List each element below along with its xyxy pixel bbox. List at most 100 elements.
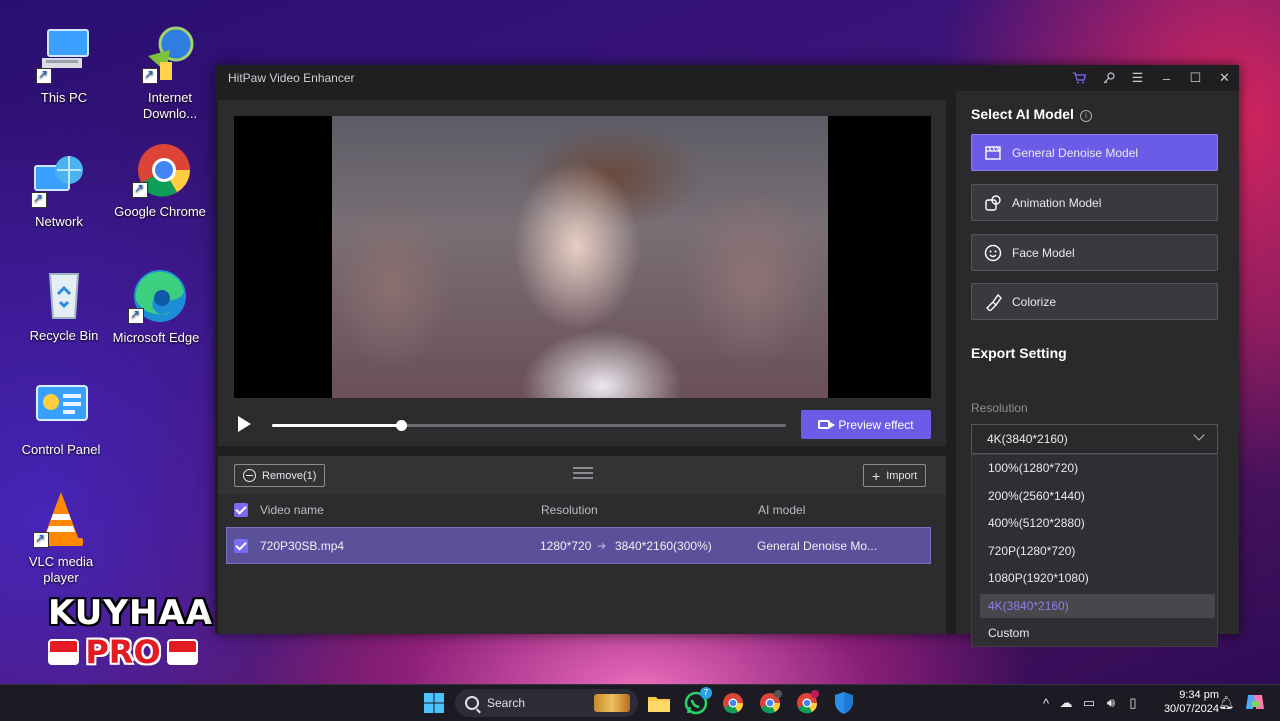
resolution-option[interactable]: 720P(1280*720) bbox=[980, 539, 1215, 563]
volume-icon[interactable]: 🔊︎ bbox=[1100, 695, 1122, 711]
search-placeholder: Search bbox=[487, 696, 526, 710]
taskbar: Search 7 ^ ☁ ▭ 🔊︎ ▯ 9:34 pm 30/07/2024 🔔… bbox=[0, 684, 1280, 721]
key-icon[interactable] bbox=[1094, 65, 1123, 91]
search-highlight-icon bbox=[594, 694, 630, 712]
taskbar-search[interactable]: Search bbox=[455, 689, 638, 717]
desktop-icon-vlc[interactable]: VLC media player bbox=[13, 490, 109, 586]
resolution-option[interactable]: 200%(2560*1440) bbox=[980, 484, 1215, 508]
brush-icon bbox=[984, 293, 1002, 311]
desktop-icon-edge[interactable]: Microsoft Edge bbox=[108, 266, 204, 346]
watermark-line2: PRO bbox=[85, 633, 161, 671]
file-explorer-icon[interactable] bbox=[646, 690, 672, 716]
desktop-icon-idm[interactable]: Internet Downlo... bbox=[122, 26, 218, 122]
desktop-icon-label: Google Chrome bbox=[114, 204, 206, 219]
model-face-button[interactable]: Face Model bbox=[971, 234, 1218, 271]
preview-effect-label: Preview effect bbox=[838, 417, 914, 432]
seek-handle[interactable] bbox=[395, 420, 407, 431]
desktop-icon-control-panel[interactable]: Control Panel bbox=[13, 378, 109, 458]
cart-icon[interactable] bbox=[1065, 65, 1094, 91]
chrome-taskbar-icon[interactable] bbox=[720, 690, 746, 716]
minimize-icon[interactable]: – bbox=[1152, 65, 1181, 91]
resolution-dropdown: 100%(1280*720) 200%(2560*1440) 400%(5120… bbox=[971, 454, 1218, 647]
clock-time: 9:34 pm bbox=[1179, 689, 1219, 701]
select-ai-model-heading: Select AI Model i bbox=[971, 106, 1092, 122]
system-tray: ^ ☁ ▭ 🔊︎ ▯ bbox=[1038, 685, 1144, 721]
seek-bar[interactable] bbox=[272, 420, 786, 431]
title-bar: HitPaw Video Enhancer ☰ – ☐ ✕ bbox=[215, 65, 1239, 91]
select-all-checkbox[interactable] bbox=[234, 503, 248, 517]
resolution-option[interactable]: 1080P(1920*1080) bbox=[980, 566, 1215, 590]
video-camera-icon bbox=[818, 420, 836, 429]
model-animation-button[interactable]: Animation Model bbox=[971, 184, 1218, 221]
windows-security-icon[interactable] bbox=[831, 690, 857, 716]
resolution-option[interactable]: 100%(1280*720) bbox=[980, 456, 1215, 480]
import-button[interactable]: + Import bbox=[863, 464, 927, 487]
row-checkbox[interactable] bbox=[234, 539, 248, 553]
desktop-icon-chrome[interactable]: Google Chrome bbox=[112, 140, 208, 220]
preview-effect-button[interactable]: Preview effect bbox=[801, 410, 931, 439]
resolution-option[interactable]: Custom bbox=[980, 621, 1215, 645]
resolution-option[interactable]: 400%(5120*2880) bbox=[980, 511, 1215, 535]
model-label: General Denoise Model bbox=[1012, 145, 1139, 160]
flag-icon bbox=[166, 639, 198, 665]
control-panel-icon bbox=[31, 378, 91, 438]
playback-controls: Preview effect bbox=[234, 410, 931, 440]
drag-handle-icon[interactable] bbox=[573, 467, 593, 482]
clock-date: 30/07/2024 bbox=[1163, 703, 1219, 715]
search-icon bbox=[465, 696, 479, 710]
watermark-logo: KUYHAA PRO bbox=[48, 594, 212, 671]
arrow-right-icon: ➜ bbox=[597, 540, 607, 552]
chrome-profile-icon[interactable] bbox=[757, 690, 783, 716]
seek-progress bbox=[272, 424, 401, 427]
chrome-icon bbox=[130, 140, 190, 200]
resolution-option-selected[interactable]: 4K(3840*2160) bbox=[980, 594, 1215, 618]
animation-icon bbox=[984, 194, 1002, 212]
remove-label: Remove(1) bbox=[262, 469, 317, 482]
resolution-value: 4K(3840*2160) bbox=[987, 432, 1068, 446]
computer-icon bbox=[34, 26, 94, 86]
desktop-icon-this-pc[interactable]: This PC bbox=[16, 26, 112, 106]
film-icon bbox=[984, 144, 1002, 162]
desktop-icon-network[interactable]: Network bbox=[11, 150, 107, 230]
model-label: Colorize bbox=[1012, 294, 1057, 309]
battery-icon[interactable]: ▯ bbox=[1122, 695, 1144, 711]
minus-circle-icon bbox=[243, 469, 256, 482]
face-icon bbox=[984, 244, 1002, 262]
notification-icon[interactable]: 🔔︎ bbox=[1218, 685, 1235, 721]
model-colorize-button[interactable]: Colorize bbox=[971, 283, 1218, 320]
plus-icon: + bbox=[872, 467, 881, 484]
windows-start-icon[interactable] bbox=[421, 690, 447, 716]
desktop-icon-label: Control Panel bbox=[21, 442, 101, 457]
remove-button[interactable]: Remove(1) bbox=[234, 464, 326, 487]
file-list-header: Video name Resolution AI model bbox=[218, 494, 946, 526]
taskbar-clock[interactable]: 9:34 pm 30/07/2024 bbox=[1153, 688, 1219, 716]
chrome-profile-2-icon[interactable] bbox=[794, 690, 820, 716]
window-title: HitPaw Video Enhancer bbox=[228, 71, 355, 85]
network-status-icon[interactable]: ▭ bbox=[1078, 695, 1100, 711]
desktop-icon-recycle-bin[interactable]: Recycle Bin bbox=[16, 264, 112, 344]
play-icon[interactable] bbox=[238, 416, 251, 432]
close-icon[interactable]: ✕ bbox=[1210, 65, 1239, 91]
whatsapp-icon[interactable]: 7 bbox=[683, 687, 712, 716]
column-video-name: Video name bbox=[260, 503, 324, 517]
whatsapp-badge: 7 bbox=[700, 687, 712, 699]
desktop-icon-label: VLC media player bbox=[28, 554, 94, 585]
chevron-up-icon[interactable]: ^ bbox=[1038, 696, 1054, 711]
video-preview[interactable] bbox=[234, 116, 931, 398]
app-window: HitPaw Video Enhancer ☰ – ☐ ✕ Preview ef… bbox=[215, 65, 1239, 647]
onedrive-icon[interactable]: ☁ bbox=[1054, 695, 1078, 711]
table-row[interactable]: 720P30SB.mp4 1280*720 ➜ 3840*2160(300%) … bbox=[226, 527, 931, 564]
settings-panel: Select AI Model i General Denoise Model A… bbox=[956, 91, 1239, 647]
flag-icon bbox=[48, 639, 80, 665]
file-list-panel: Remove(1) + Import Video name Resolution… bbox=[218, 456, 946, 634]
info-icon[interactable]: i bbox=[1079, 110, 1092, 122]
desktop-icon-label: Microsoft Edge bbox=[112, 330, 200, 345]
maximize-icon[interactable]: ☐ bbox=[1181, 65, 1210, 91]
desktop-icon-label: This PC bbox=[40, 90, 88, 105]
model-general-denoise-button[interactable]: General Denoise Model bbox=[971, 134, 1218, 171]
resolution-select[interactable]: 4K(3840*2160) bbox=[971, 424, 1218, 454]
copilot-icon[interactable] bbox=[1244, 691, 1266, 713]
desktop-icon-label: Internet Downlo... bbox=[142, 90, 198, 121]
menu-icon[interactable]: ☰ bbox=[1123, 65, 1152, 91]
resolution-label: Resolution bbox=[971, 401, 1028, 415]
